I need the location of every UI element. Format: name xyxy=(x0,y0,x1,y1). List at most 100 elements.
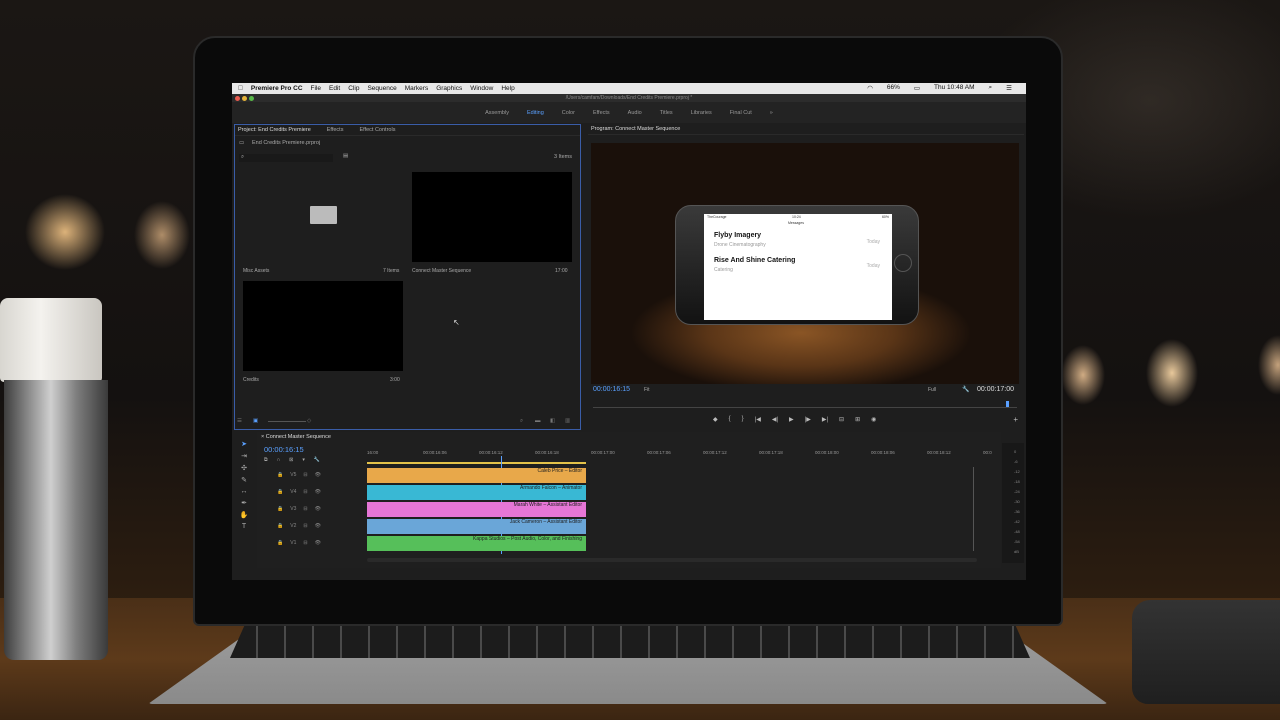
nest-icon[interactable]: ⧉ xyxy=(264,457,268,463)
list-view-icon[interactable]: ☰ xyxy=(237,418,242,424)
eye-icon[interactable]: 👁 xyxy=(315,506,321,512)
eye-icon[interactable]: 👁 xyxy=(315,472,321,478)
sync-lock-icon[interactable]: ⊟ xyxy=(303,489,307,495)
clip[interactable]: Caleb Price – Editor xyxy=(367,468,586,483)
tab-final-cut[interactable]: Final Cut xyxy=(730,110,752,116)
fit-dropdown[interactable]: Fit xyxy=(644,387,650,393)
new-bin-icon[interactable]: ▤ xyxy=(343,153,348,159)
selection-tool-icon[interactable]: ➤ xyxy=(241,440,247,448)
clip[interactable]: Marah White – Assistant Editor xyxy=(367,502,586,517)
search-input[interactable]: ⌕ xyxy=(239,154,333,162)
sync-lock-icon[interactable]: ⊟ xyxy=(303,506,307,512)
step-back-icon[interactable]: ◀| xyxy=(772,416,778,423)
clock[interactable]: Thu 10:48 AM xyxy=(934,84,974,92)
menu-sequence[interactable]: Sequence xyxy=(367,85,396,92)
wifi-icon[interactable]: ◠ xyxy=(867,84,873,92)
menu-markers[interactable]: Markers xyxy=(405,85,428,92)
horizontal-scrollbar[interactable] xyxy=(367,558,977,562)
menu-file[interactable]: File xyxy=(311,85,321,92)
minimize-icon[interactable] xyxy=(242,95,247,101)
clip[interactable]: Kappa Studios – Post Audio, Color, and F… xyxy=(367,536,586,551)
new-bin-button-icon[interactable]: ▬ xyxy=(535,418,541,424)
clip[interactable]: Jack Cameron – Assistant Editor xyxy=(367,519,586,534)
tab-effects[interactable]: Effects xyxy=(593,110,610,116)
lock-icon[interactable]: 🔒 xyxy=(277,472,283,478)
battery-level[interactable]: 66% xyxy=(887,84,900,92)
marker-icon[interactable]: ◆ xyxy=(713,416,718,423)
mark-out-icon[interactable]: } xyxy=(742,416,744,423)
pen-tool-icon[interactable]: ✒ xyxy=(241,499,247,507)
linked-selection-icon[interactable]: ⊠ xyxy=(289,457,293,463)
more-workspaces-icon[interactable]: » xyxy=(770,110,773,116)
lock-icon[interactable]: 🔒 xyxy=(277,540,283,546)
lock-icon[interactable]: 🔒 xyxy=(277,506,283,512)
bin-thumbnail[interactable] xyxy=(243,172,403,262)
add-button-icon[interactable]: + xyxy=(1013,415,1018,424)
go-to-in-icon[interactable]: |◀ xyxy=(755,416,761,423)
ripple-edit-icon[interactable]: ✣ xyxy=(241,464,247,472)
tab-assembly[interactable]: Assembly xyxy=(485,110,509,116)
tab-audio[interactable]: Audio xyxy=(628,110,642,116)
snap-icon[interactable]: ∩ xyxy=(277,457,281,463)
razor-icon[interactable]: ✎ xyxy=(241,476,247,484)
eye-icon[interactable]: 👁 xyxy=(315,540,321,546)
camera-icon[interactable]: ◉ xyxy=(871,416,876,423)
menu-help[interactable]: Help xyxy=(501,85,514,92)
tab-project[interactable]: Project: End Credits Premiere xyxy=(238,127,311,133)
delete-icon[interactable]: ▥ xyxy=(565,418,570,424)
program-timecode[interactable]: 00:00:16:15 xyxy=(593,386,630,393)
quality-dropdown[interactable]: Full xyxy=(928,387,936,393)
zoom-slider[interactable] xyxy=(268,421,306,422)
sequence-tab[interactable]: × Connect Master Sequence xyxy=(261,434,331,440)
mark-in-icon[interactable]: { xyxy=(729,416,731,423)
eye-icon[interactable]: 👁 xyxy=(315,489,321,495)
wrench-icon[interactable]: 🔧 xyxy=(962,386,969,393)
play-icon[interactable]: ▶ xyxy=(789,416,794,423)
sync-lock-icon[interactable]: ⊟ xyxy=(303,472,307,478)
menu-edit[interactable]: Edit xyxy=(329,85,340,92)
menu-clip[interactable]: Clip xyxy=(348,85,359,92)
sync-lock-icon[interactable]: ⊟ xyxy=(303,540,307,546)
clip[interactable]: Armando Falcon – Animator xyxy=(367,485,586,500)
new-item-icon[interactable]: ◧ xyxy=(550,418,555,424)
app-menu[interactable]: Premiere Pro CC xyxy=(251,85,303,92)
tab-libraries[interactable]: Libraries xyxy=(691,110,712,116)
credits-thumbnail[interactable] xyxy=(243,281,403,371)
find-icon[interactable]: ⌕ xyxy=(520,418,523,425)
eye-icon[interactable]: 👁 xyxy=(315,523,321,529)
hand-tool-icon[interactable]: ✋ xyxy=(240,511,249,519)
timeline-timecode[interactable]: 00:00:16:15 xyxy=(264,445,304,454)
menu-window[interactable]: Window xyxy=(470,85,493,92)
timeline-settings-icon[interactable]: 🔧 xyxy=(314,457,320,463)
close-icon[interactable] xyxy=(235,95,240,101)
icon-view-icon[interactable]: ▣ xyxy=(253,418,258,424)
tab-titles[interactable]: Titles xyxy=(660,110,673,116)
work-area-bar[interactable] xyxy=(367,462,586,464)
tab-effects-panel[interactable]: Effects xyxy=(327,127,344,133)
slip-tool-icon[interactable]: ↔ xyxy=(241,488,248,495)
lock-icon[interactable]: 🔒 xyxy=(277,523,283,529)
type-tool-icon[interactable]: T xyxy=(242,523,246,530)
zoom-icon[interactable] xyxy=(249,95,254,101)
overwrite-icon[interactable]: ⊞ xyxy=(855,416,860,423)
playhead[interactable] xyxy=(1006,401,1009,407)
program-title[interactable]: Program: Connect Master Sequence xyxy=(591,126,680,132)
track-select-icon[interactable]: ⇥ xyxy=(241,452,247,460)
time-ruler[interactable]: 16:00 00:00:16:06 00:00:16:12 00:00:16:18 00… xyxy=(367,450,992,460)
add-marker-icon[interactable]: ▾ xyxy=(302,457,305,463)
apple-icon[interactable]:  xyxy=(238,85,243,92)
go-to-out-icon[interactable]: ▶| xyxy=(822,416,828,423)
tab-effect-controls[interactable]: Effect Controls xyxy=(359,127,395,133)
menu-graphics[interactable]: Graphics xyxy=(436,85,462,92)
tab-editing[interactable]: Editing xyxy=(527,110,544,116)
insert-icon[interactable]: ⊟ xyxy=(839,416,844,423)
step-forward-icon[interactable]: |▶ xyxy=(805,416,811,423)
sync-lock-icon[interactable]: ⊟ xyxy=(303,523,307,529)
tab-color[interactable]: Color xyxy=(562,110,575,116)
sequence-thumbnail[interactable] xyxy=(412,172,572,262)
search-icon[interactable]: ⌕ xyxy=(989,84,993,92)
vertical-scrollbar[interactable] xyxy=(973,467,974,551)
sort-icon[interactable]: ◇ xyxy=(307,418,311,424)
scrub-bar[interactable] xyxy=(593,407,1017,408)
lock-icon[interactable]: 🔒 xyxy=(277,489,283,495)
